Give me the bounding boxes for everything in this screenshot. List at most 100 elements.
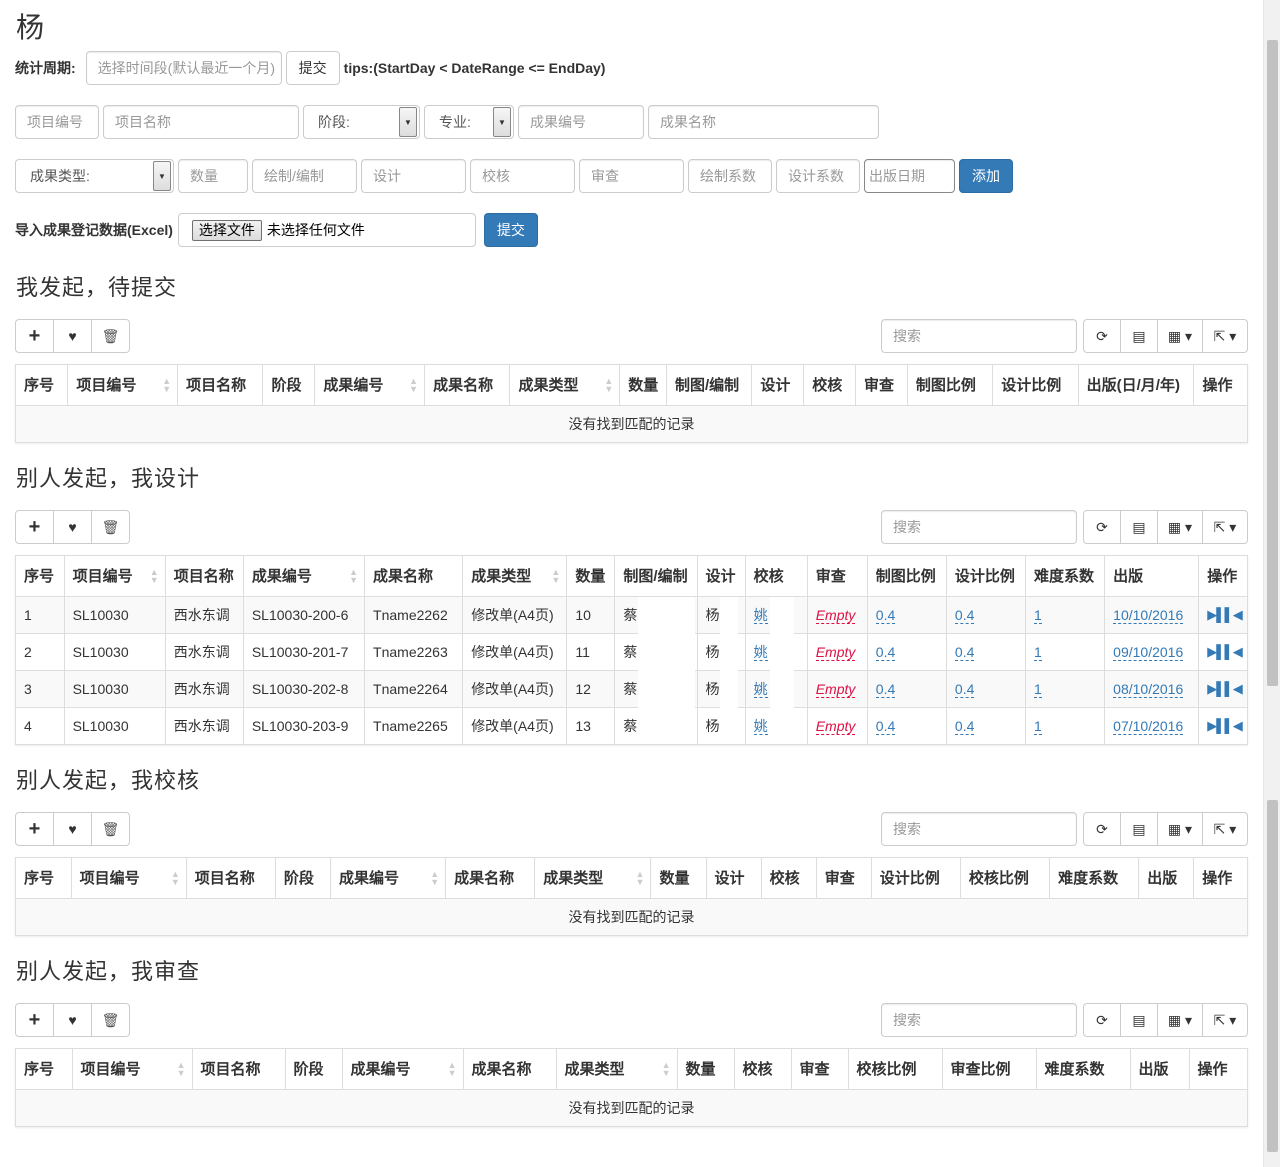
columns-button[interactable]: ▦ ▾ [1157,1003,1203,1037]
submit-row-icon[interactable]: ▶▌▌◀ [1207,718,1242,733]
pub-date-editable[interactable]: 09/10/2016 [1113,643,1184,661]
search-input[interactable]: 搜索 [881,319,1077,353]
col-header[interactable]: 成果类型 ▲ ▼ [534,858,652,899]
col-header[interactable]: 成果类型 ▲ ▼ [556,1049,678,1090]
import-submit-button[interactable]: 提交 [483,213,538,247]
design-ratio-editable[interactable]: 0.4 [954,717,975,735]
review-editable[interactable]: Empty [815,680,856,698]
check-editable[interactable]: 姚 [753,606,768,624]
col-header: 序号 [16,1049,73,1090]
design-ratio-editable[interactable]: 0.4 [954,643,975,661]
search-input[interactable]: 搜索 [881,510,1077,544]
review-input[interactable]: 审查 [579,159,684,193]
add-row-button[interactable]: + [15,510,54,544]
design-coef-input[interactable]: 设计系数 [776,159,860,193]
result-no-input[interactable]: 成果编号 [518,105,644,139]
col-header[interactable]: 成果编号 ▲ ▼ [314,365,426,406]
col-header[interactable]: 成果类型 ▲ ▼ [509,365,621,406]
cell-design-ratio: 0.4 [946,669,1027,707]
difficulty-editable[interactable]: 1 [1034,680,1042,698]
stage-select[interactable]: 阶段: ▼ [303,105,420,139]
col-header[interactable]: 项目编号 ▲ ▼ [64,556,166,597]
favorite-button[interactable]: ♥ [53,319,92,353]
project-name-input[interactable]: 项目名称 [103,105,299,139]
columns-button[interactable]: ▦ ▾ [1157,812,1203,846]
drawing-input[interactable]: 绘制/编制 [252,159,357,193]
delete-button[interactable]: 🗑 [91,812,130,846]
favorite-button[interactable]: ♥ [53,1003,92,1037]
pub-date-input[interactable]: 出版日期 [864,159,955,193]
toggle-view-button[interactable]: ▤ [1120,319,1158,353]
check-input[interactable]: 校核 [470,159,575,193]
delete-button[interactable]: 🗑 [91,510,130,544]
design-ratio-editable[interactable]: 0.4 [954,606,975,624]
favorite-button[interactable]: ♥ [53,812,92,846]
scrollbar-thumb[interactable] [1267,40,1278,686]
pub-date-editable[interactable]: 10/10/2016 [1113,606,1184,624]
submit-row-icon[interactable]: ▶▌▌◀ [1207,607,1242,622]
page-scrollbar[interactable] [1263,0,1280,1167]
export-button[interactable]: ⇱ ▾ [1202,319,1248,353]
refresh-button[interactable]: ⟳ [1083,812,1121,846]
check-editable[interactable]: 姚 [753,717,768,735]
review-editable[interactable]: Empty [815,643,856,661]
check-editable[interactable]: 姚 [753,680,768,698]
section-title-review: 别人发起，我审查 [16,959,201,984]
draw-ratio-editable[interactable]: 0.4 [875,606,896,624]
toggle-view-button[interactable]: ▤ [1120,510,1158,544]
search-input[interactable]: 搜索 [881,812,1077,846]
design-ratio-editable[interactable]: 0.4 [954,680,975,698]
refresh-button[interactable]: ⟳ [1083,510,1121,544]
result-name-input[interactable]: 成果名称 [648,105,879,139]
pub-date-editable[interactable]: 07/10/2016 [1113,717,1184,735]
major-select[interactable]: 专业: ▼ [424,105,514,139]
difficulty-editable[interactable]: 1 [1034,606,1042,624]
check-editable[interactable]: 姚 [753,643,768,661]
add-row-button[interactable]: + [15,319,54,353]
col-header[interactable]: 成果编号 ▲ ▼ [243,556,366,597]
quantity-input[interactable]: 数量 [178,159,248,193]
col-header[interactable]: 成果编号 ▲ ▼ [330,858,447,899]
favorite-button[interactable]: ♥ [53,510,92,544]
review-editable[interactable]: Empty [815,606,856,624]
draw-ratio-editable[interactable]: 0.4 [875,643,896,661]
draw-ratio-editable[interactable]: 0.4 [875,717,896,735]
columns-button[interactable]: ▦ ▾ [1157,510,1203,544]
choose-file-button[interactable]: 选择文件 [191,219,262,241]
export-button[interactable]: ⇱ ▾ [1202,1003,1248,1037]
add-row-button[interactable]: + [15,812,54,846]
submit-row-icon[interactable]: ▶▌▌◀ [1207,681,1242,696]
search-input[interactable]: 搜索 [881,1003,1077,1037]
pub-date-editable[interactable]: 08/10/2016 [1113,680,1184,698]
add-button[interactable]: 添加 [959,159,1013,193]
add-row-button[interactable]: + [15,1003,54,1037]
refresh-button[interactable]: ⟳ [1083,319,1121,353]
columns-button[interactable]: ▦ ▾ [1157,319,1203,353]
result-type-select[interactable]: 成果类型: ▼ [15,159,174,193]
draw-ratio-editable[interactable]: 0.4 [875,680,896,698]
col-header[interactable]: 项目编号 ▲ ▼ [72,1049,193,1090]
draw-coef-input[interactable]: 绘制系数 [688,159,772,193]
scrollbar-thumb[interactable] [1267,800,1278,1152]
period-submit-button[interactable]: 提交 [285,51,340,85]
cell-project-name: 西水东调 [165,706,244,744]
delete-button[interactable]: 🗑 [91,1003,130,1037]
review-editable[interactable]: Empty [815,717,856,735]
toggle-view-button[interactable]: ▤ [1120,812,1158,846]
project-no-input[interactable]: 项目编号 [15,105,99,139]
export-button[interactable]: ⇱ ▾ [1202,510,1248,544]
col-header[interactable]: 项目编号 ▲ ▼ [71,858,187,899]
design-input[interactable]: 设计 [361,159,466,193]
delete-button[interactable]: 🗑 [91,319,130,353]
refresh-button[interactable]: ⟳ [1083,1003,1121,1037]
difficulty-editable[interactable]: 1 [1034,717,1042,735]
col-header[interactable]: 项目编号 ▲ ▼ [67,365,179,406]
toggle-view-button[interactable]: ▤ [1120,1003,1158,1037]
col-header[interactable]: 成果类型 ▲ ▼ [462,556,568,597]
export-button[interactable]: ⇱ ▾ [1202,812,1248,846]
difficulty-editable[interactable]: 1 [1034,643,1042,661]
date-range-input[interactable]: 选择时间段(默认最近一个月) [85,51,282,85]
col-header[interactable]: 成果编号 ▲ ▼ [342,1049,464,1090]
submit-row-icon[interactable]: ▶▌▌◀ [1207,644,1242,659]
file-input[interactable]: 选择文件 未选择任何文件 [177,213,476,247]
